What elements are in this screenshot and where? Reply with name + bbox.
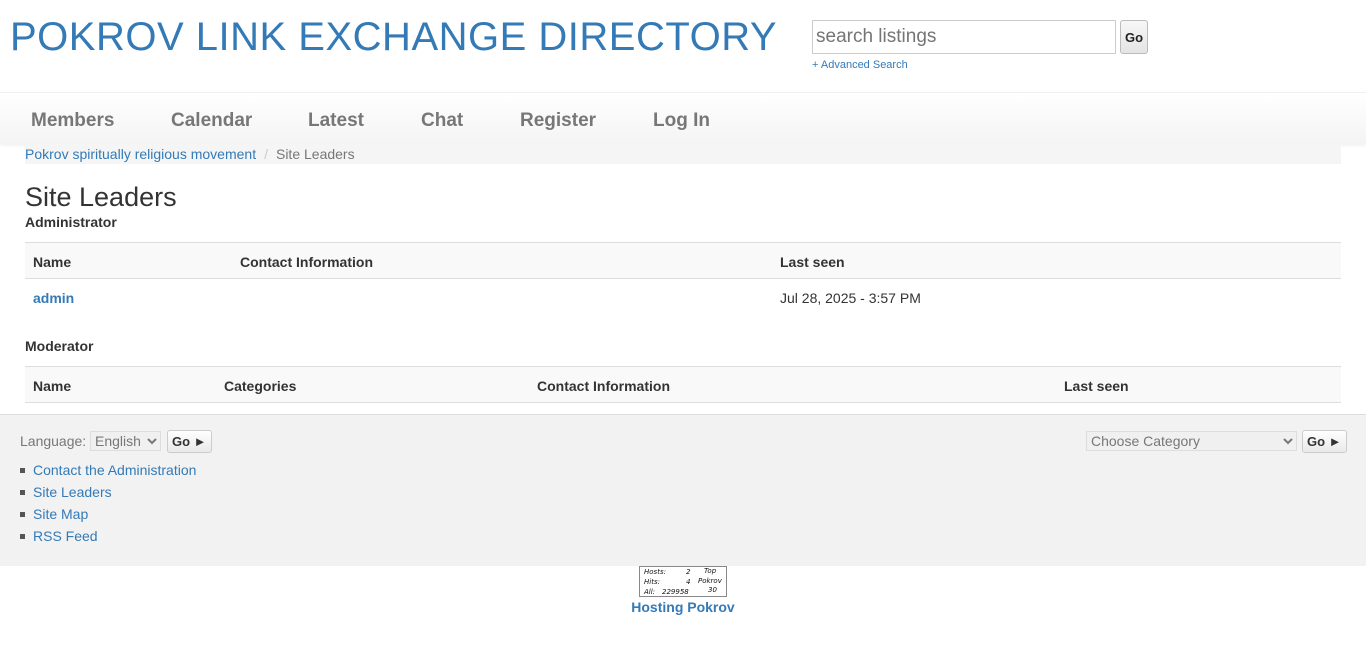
- column-header-last-seen: Last seen: [780, 254, 845, 270]
- search-go-button[interactable]: Go: [1120, 20, 1148, 54]
- language-select[interactable]: English: [90, 431, 161, 451]
- breadcrumb-home-link[interactable]: Pokrov spiritually religious movement: [25, 146, 256, 162]
- breadcrumb-current: Site Leaders: [275, 146, 355, 162]
- site-leaders-link[interactable]: Site Leaders: [33, 484, 112, 500]
- list-item: Contact the Administration: [19, 461, 196, 483]
- member-last-seen: Jul 28, 2025 - 3:57 PM: [780, 290, 921, 306]
- counter-top-label: Top: [704, 567, 717, 575]
- list-item: Site Map: [19, 505, 196, 527]
- nav-register[interactable]: Register: [520, 110, 596, 132]
- column-header-name: Name: [33, 378, 72, 394]
- nav-log-in[interactable]: Log In: [653, 110, 710, 132]
- administrator-heading: Administrator: [25, 214, 117, 230]
- category-select[interactable]: Choose Category: [1086, 431, 1297, 451]
- column-header-categories: Categories: [224, 378, 297, 394]
- category-go-button[interactable]: Go ►: [1302, 430, 1347, 453]
- counter-hosts-value: 2: [686, 568, 691, 576]
- counter-all-value: 229958: [662, 588, 689, 596]
- nav-calendar[interactable]: Calendar: [171, 110, 252, 132]
- nav-chat[interactable]: Chat: [421, 110, 463, 132]
- main-navbar: Members Calendar Latest Chat Register Lo…: [0, 92, 1366, 144]
- list-item: RSS Feed: [19, 527, 196, 549]
- page-title: Site Leaders: [25, 182, 177, 212]
- nav-latest[interactable]: Latest: [308, 110, 364, 132]
- breadcrumb-separator: /: [264, 146, 268, 162]
- search-input[interactable]: [812, 20, 1116, 54]
- contact-administration-link[interactable]: Contact the Administration: [33, 462, 196, 478]
- counter-brand: Pokrov: [698, 577, 722, 585]
- counter-hosts-label: Hosts:: [644, 568, 666, 576]
- footer-links: Contact the Administration Site Leaders …: [19, 461, 196, 549]
- language-label: Language:: [20, 433, 87, 449]
- hosting-pokrov-link[interactable]: Hosting Pokrov: [0, 599, 1366, 615]
- moderator-heading: Moderator: [25, 338, 94, 354]
- table-header-row: Name Contact Information Last seen: [25, 242, 1341, 279]
- site-header: POKROV LINK EXCHANGE DIRECTORY Go + Adva…: [0, 0, 1366, 92]
- moderator-table: Name Categories Contact Information Last…: [25, 366, 1341, 403]
- counter-rank: 30: [708, 586, 717, 594]
- table-header-row: Name Categories Contact Information Last…: [25, 366, 1341, 403]
- advanced-search-link[interactable]: + Advanced Search: [812, 59, 908, 71]
- hit-counter-badge[interactable]: Hosts: 2 Top Hits: 4 Pokrov All: 229958 …: [639, 566, 727, 597]
- site-title-link[interactable]: POKROV LINK EXCHANGE DIRECTORY: [10, 14, 777, 60]
- column-header-last-seen: Last seen: [1064, 378, 1129, 394]
- list-item: Site Leaders: [19, 483, 196, 505]
- table-row: admin Jul 28, 2025 - 3:57 PM: [25, 279, 1341, 316]
- member-name-link[interactable]: admin: [33, 290, 74, 306]
- column-header-contact: Contact Information: [537, 378, 670, 394]
- column-header-name: Name: [33, 254, 72, 270]
- counter-hits-value: 4: [686, 578, 691, 586]
- column-header-contact: Contact Information: [240, 254, 373, 270]
- counter-all-label: All:: [644, 588, 656, 596]
- breadcrumb: Pokrov spiritually religious movement / Si…: [25, 144, 1341, 164]
- rss-feed-link[interactable]: RSS Feed: [33, 528, 98, 544]
- nav-members[interactable]: Members: [31, 110, 114, 132]
- language-go-button[interactable]: Go ►: [167, 430, 212, 453]
- site-footer: Language: English Go ► Choose Category G…: [0, 414, 1366, 566]
- site-map-link[interactable]: Site Map: [33, 506, 88, 522]
- counter-hits-label: Hits:: [644, 578, 660, 586]
- administrator-table: Name Contact Information Last seen admin…: [25, 242, 1341, 316]
